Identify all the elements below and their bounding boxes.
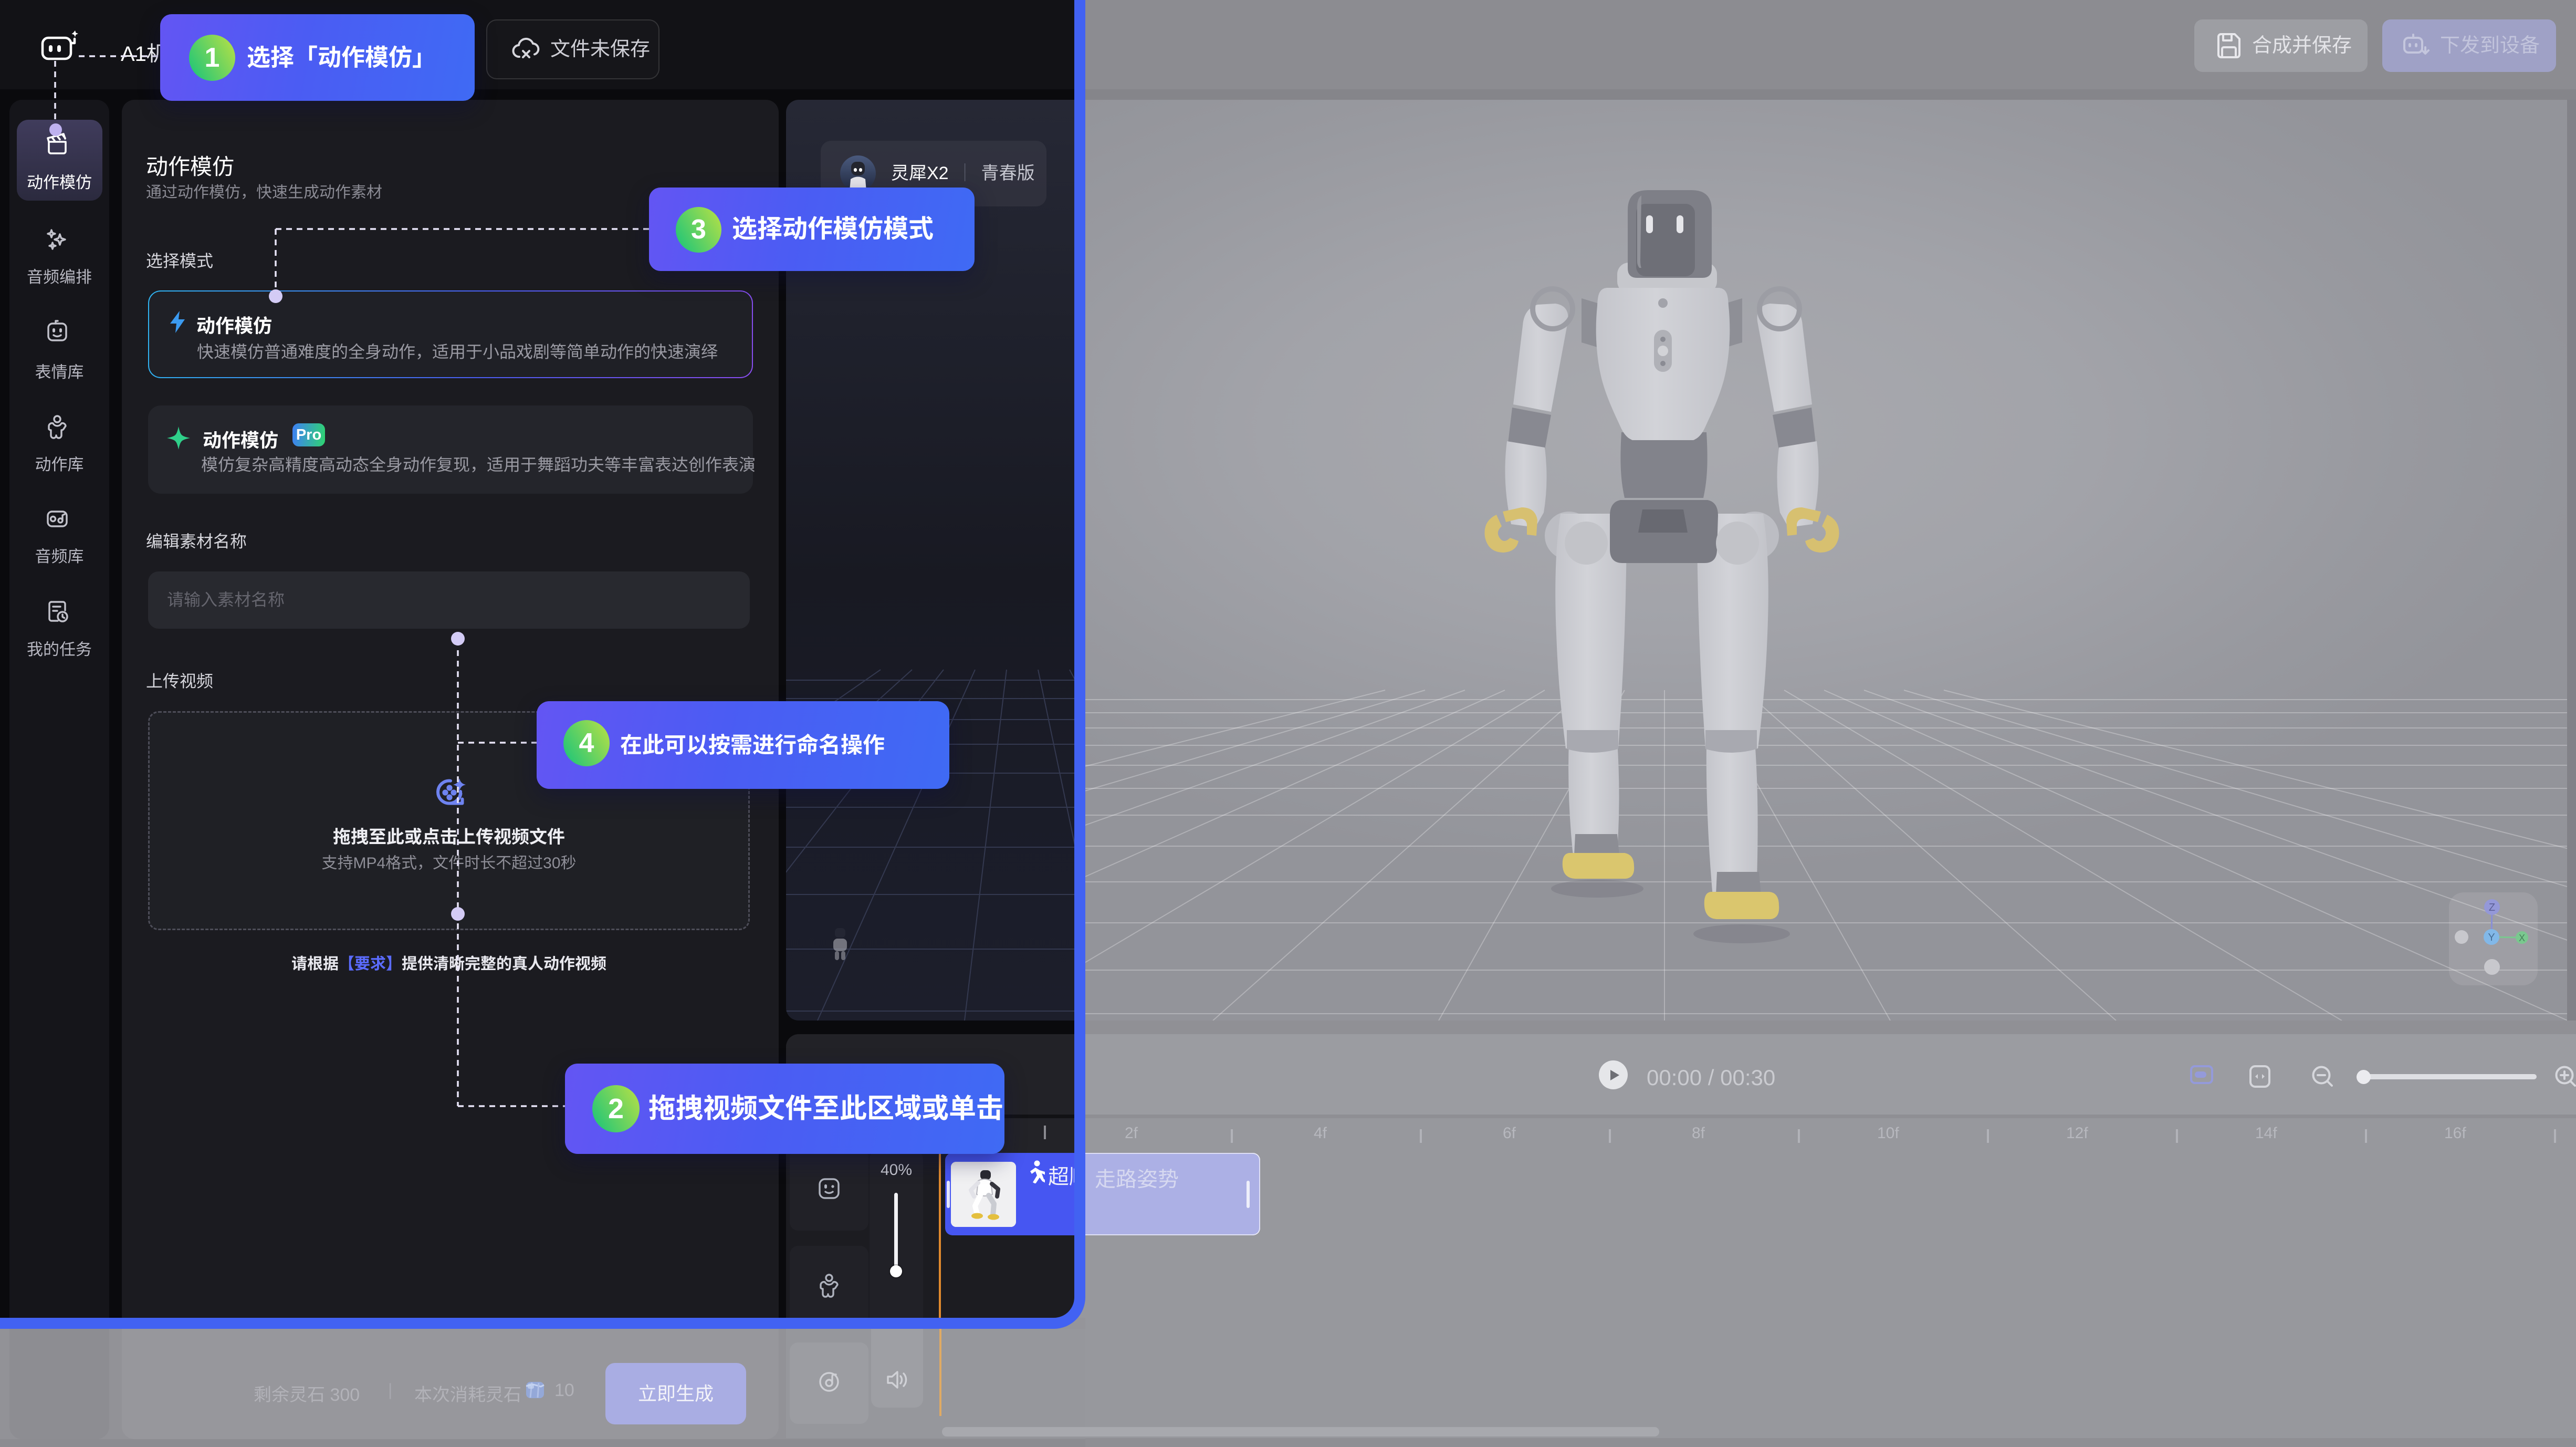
svg-text:Y: Y bbox=[2488, 932, 2495, 943]
svg-text:X: X bbox=[2519, 933, 2525, 943]
svg-text:Z: Z bbox=[2489, 902, 2495, 913]
